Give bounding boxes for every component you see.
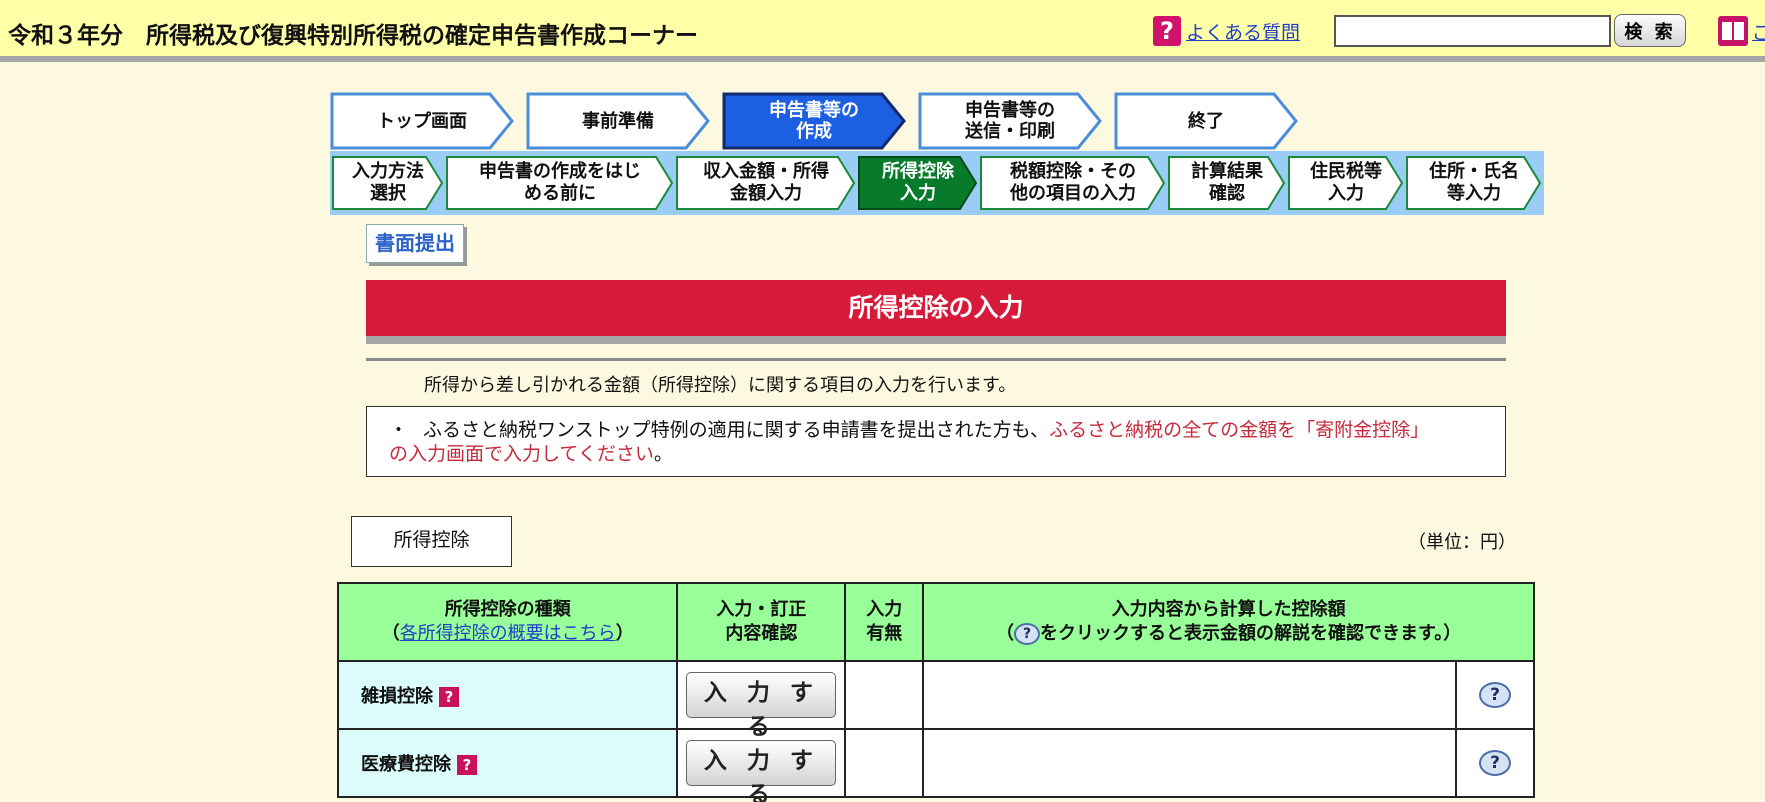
- substep-tax-credit-input[interactable]: 税額控除・その 他の項目の入力: [980, 156, 1166, 210]
- question-icon[interactable]: ?: [1153, 16, 1181, 46]
- input-button[interactable]: 入 力 す る: [686, 672, 837, 740]
- step-label: 申告書等の 送信・印刷: [965, 100, 1055, 142]
- explanation-bubble-icon[interactable]: ?: [1479, 682, 1512, 708]
- sub-step-navigation: 入力方法 選択 申告書の作成をはじ める前に 収入金額・所得 金額入力 所得控除…: [330, 151, 1544, 215]
- step-top[interactable]: トップ画面: [330, 92, 514, 150]
- substep-input-method[interactable]: 入力方法 選択: [332, 156, 444, 210]
- intro-text: 所得から差し引かれる金額（所得控除）に関する項目の入力を行います。: [424, 375, 1017, 396]
- help-bubble-icon: ?: [1014, 623, 1040, 645]
- input-status-cell: [844, 660, 925, 730]
- table-header-row: 所得控除の種類 （各所得控除の概要はこちら） 入力・訂正 内容確認 入力 有無 …: [336, 582, 1535, 662]
- step-preparation[interactable]: 事前準備: [526, 92, 710, 150]
- notice-highlight: ふるさと納税の全ての金額を「寄附金控除」: [1049, 419, 1430, 441]
- column-calculated-amount-label: 入力内容から計算した控除額: [1111, 599, 1346, 620]
- substep-income-input[interactable]: 収入金額・所得 金額入力: [676, 156, 856, 210]
- table-row: 雑損控除? 入 力 す る ?: [336, 660, 1535, 740]
- step-finish[interactable]: 終了: [1114, 92, 1298, 150]
- substep-label: 計算結果 確認: [1191, 161, 1263, 204]
- substep-label: 申告書の作成をはじ める前に: [479, 161, 641, 204]
- input-status-cell: [844, 728, 925, 798]
- paren-open: （: [381, 623, 400, 644]
- substep-address-name[interactable]: 住所・氏名 等入力: [1406, 156, 1542, 210]
- column-deduction-type-label: 所得控除の種類: [444, 599, 571, 620]
- amount-cell: [922, 660, 1458, 730]
- explanation-cell: ?: [1455, 660, 1535, 730]
- notice-highlight-continued: の入力画面で入力してください: [389, 443, 654, 465]
- step-label: 終了: [1188, 110, 1224, 132]
- notice-end: 。: [653, 443, 673, 465]
- explanation-cell: ?: [1455, 728, 1535, 798]
- deduction-overview-link[interactable]: 各所得控除の概要はこちら: [400, 623, 616, 644]
- step-label: 申告書等の 作成: [769, 100, 859, 142]
- notice-box: ・ふるさと納税ワンストップ特例の適用に関する申請書を提出された方も、ふるさと納税…: [366, 406, 1506, 477]
- column-calculated-amount-note: をクリックすると表示金額の解説を確認できます。）: [1040, 623, 1462, 644]
- step-send-print[interactable]: 申告書等の 送信・印刷: [918, 92, 1102, 150]
- substep-label: 所得控除 入力: [882, 161, 954, 204]
- substep-calc-result[interactable]: 計算結果 確認: [1168, 156, 1286, 210]
- step-create-return[interactable]: 申告書等の 作成: [722, 92, 906, 150]
- substep-label: 税額控除・その 他の項目の入力: [1010, 161, 1136, 204]
- page-header: 令和３年分 所得税及び復興特別所得税の確定申告書作成コーナー ? よくある質問 …: [0, 0, 1765, 62]
- paren-close: ）: [615, 623, 634, 644]
- substep-label: 住民税等 入力: [1310, 161, 1382, 204]
- column-input-edit: 入力・訂正 内容確認: [676, 582, 847, 662]
- notice-text: ふるさと納税ワンストップ特例の適用に関する申請書を提出された方も、: [423, 419, 1050, 441]
- substep-label: 入力方法 選択: [352, 161, 424, 204]
- section-banner-title: 所得控除の入力: [366, 280, 1506, 344]
- unit-label: （単位：円）: [1408, 532, 1516, 553]
- substep-label: 住所・氏名 等入力: [1429, 161, 1519, 204]
- paper-submission-button[interactable]: 書面提出: [366, 224, 464, 263]
- column-calculated-amount: 入力内容から計算した控除額 （? をクリックすると表示金額の解説を確認できます。）: [922, 582, 1535, 662]
- guide-link[interactable]: ご: [1752, 18, 1765, 45]
- paren-open: （: [996, 623, 1014, 644]
- amount-cell: [922, 728, 1458, 798]
- divider: [366, 358, 1506, 361]
- book-icon[interactable]: [1718, 16, 1748, 46]
- help-question-icon[interactable]: ?: [439, 687, 459, 707]
- deduction-name: 雑損控除: [361, 686, 433, 707]
- notice-bullet: ・: [389, 419, 409, 441]
- step-label: 事前準備: [582, 110, 654, 132]
- deduction-name-cell: 雑損控除?: [336, 660, 679, 730]
- faq-link[interactable]: よくある質問: [1186, 18, 1300, 45]
- search-input[interactable]: [1334, 15, 1611, 47]
- help-question-icon[interactable]: ?: [457, 755, 477, 775]
- page-title: 令和３年分 所得税及び復興特別所得税の確定申告書作成コーナー: [8, 23, 698, 49]
- deduction-table: 所得控除の種類 （各所得控除の概要はこちら） 入力・訂正 内容確認 入力 有無 …: [336, 582, 1535, 802]
- substep-resident-tax[interactable]: 住民税等 入力: [1288, 156, 1404, 210]
- deduction-name: 医療費控除: [361, 754, 451, 775]
- step-label: トップ画面: [377, 110, 467, 132]
- column-input-status: 入力 有無: [844, 582, 925, 662]
- substep-deduction-input[interactable]: 所得控除 入力: [858, 156, 978, 210]
- search-button[interactable]: 検 索: [1614, 14, 1686, 47]
- deduction-name-cell: 医療費控除?: [336, 728, 679, 798]
- section-tab-deduction: 所得控除: [351, 516, 512, 567]
- input-button[interactable]: 入 力 す る: [686, 740, 837, 802]
- column-input-edit-label: 入力・訂正 内容確認: [716, 599, 807, 644]
- input-button-cell: 入 力 す る: [676, 660, 847, 740]
- column-deduction-type: 所得控除の種類 （各所得控除の概要はこちら）: [336, 582, 679, 662]
- table-row: 医療費控除? 入 力 す る ?: [336, 728, 1535, 802]
- column-input-status-label: 入力 有無: [866, 599, 903, 644]
- substep-label: 収入金額・所得 金額入力: [703, 161, 829, 204]
- substep-before-start[interactable]: 申告書の作成をはじ める前に: [446, 156, 674, 210]
- explanation-bubble-icon[interactable]: ?: [1479, 750, 1512, 776]
